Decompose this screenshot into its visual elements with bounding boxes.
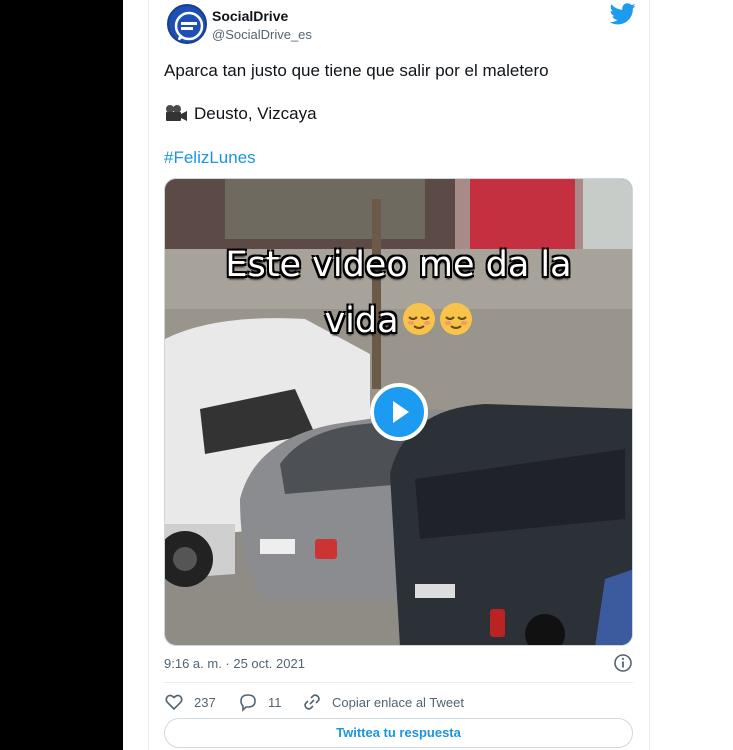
left-black-bar bbox=[0, 0, 123, 750]
display-name[interactable]: SocialDrive bbox=[212, 8, 288, 24]
tweet-timestamp[interactable]: 9:16 a. m. · 25 oct. 2021 bbox=[164, 656, 305, 671]
user-handle[interactable]: @SocialDrive_es bbox=[212, 27, 312, 42]
video-caption-word: vida bbox=[324, 301, 399, 341]
reply-bubble-icon bbox=[240, 694, 256, 712]
location-label: Deusto, Vizcaya bbox=[194, 104, 317, 123]
video-caption-line1: Este video me da la bbox=[225, 245, 572, 285]
hashtag-link[interactable]: #FelizLunes bbox=[164, 148, 256, 168]
relieved-face-icon bbox=[439, 303, 472, 335]
play-icon bbox=[393, 401, 409, 423]
heart-icon bbox=[165, 694, 183, 711]
copy-link-button[interactable]: Copiar enlace al Tweet bbox=[302, 692, 464, 712]
movie-camera-icon bbox=[166, 105, 187, 121]
link-icon bbox=[304, 694, 320, 710]
twitter-bird-icon[interactable] bbox=[610, 3, 636, 25]
like-button[interactable]: 237 bbox=[164, 692, 216, 712]
play-button[interactable] bbox=[370, 383, 428, 441]
avatar[interactable] bbox=[167, 4, 207, 44]
relieved-face-icon bbox=[402, 303, 435, 335]
tweet-text: Aparca tan justo que tiene que salir por… bbox=[164, 61, 549, 80]
reply-prompt-button[interactable]: Twittea tu respuesta bbox=[164, 718, 633, 748]
reply-button[interactable]: 11 bbox=[238, 692, 282, 712]
divider bbox=[164, 682, 633, 683]
like-count: 237 bbox=[194, 694, 216, 710]
video-caption-line2: vida bbox=[165, 301, 632, 341]
copy-link-label: Copiar enlace al Tweet bbox=[332, 694, 465, 710]
video-player[interactable]: Este video me da la vida bbox=[164, 178, 633, 646]
reply-count: 11 bbox=[268, 694, 282, 710]
tweet-location: Deusto, Vizcaya bbox=[164, 104, 317, 124]
info-icon[interactable] bbox=[613, 653, 633, 673]
